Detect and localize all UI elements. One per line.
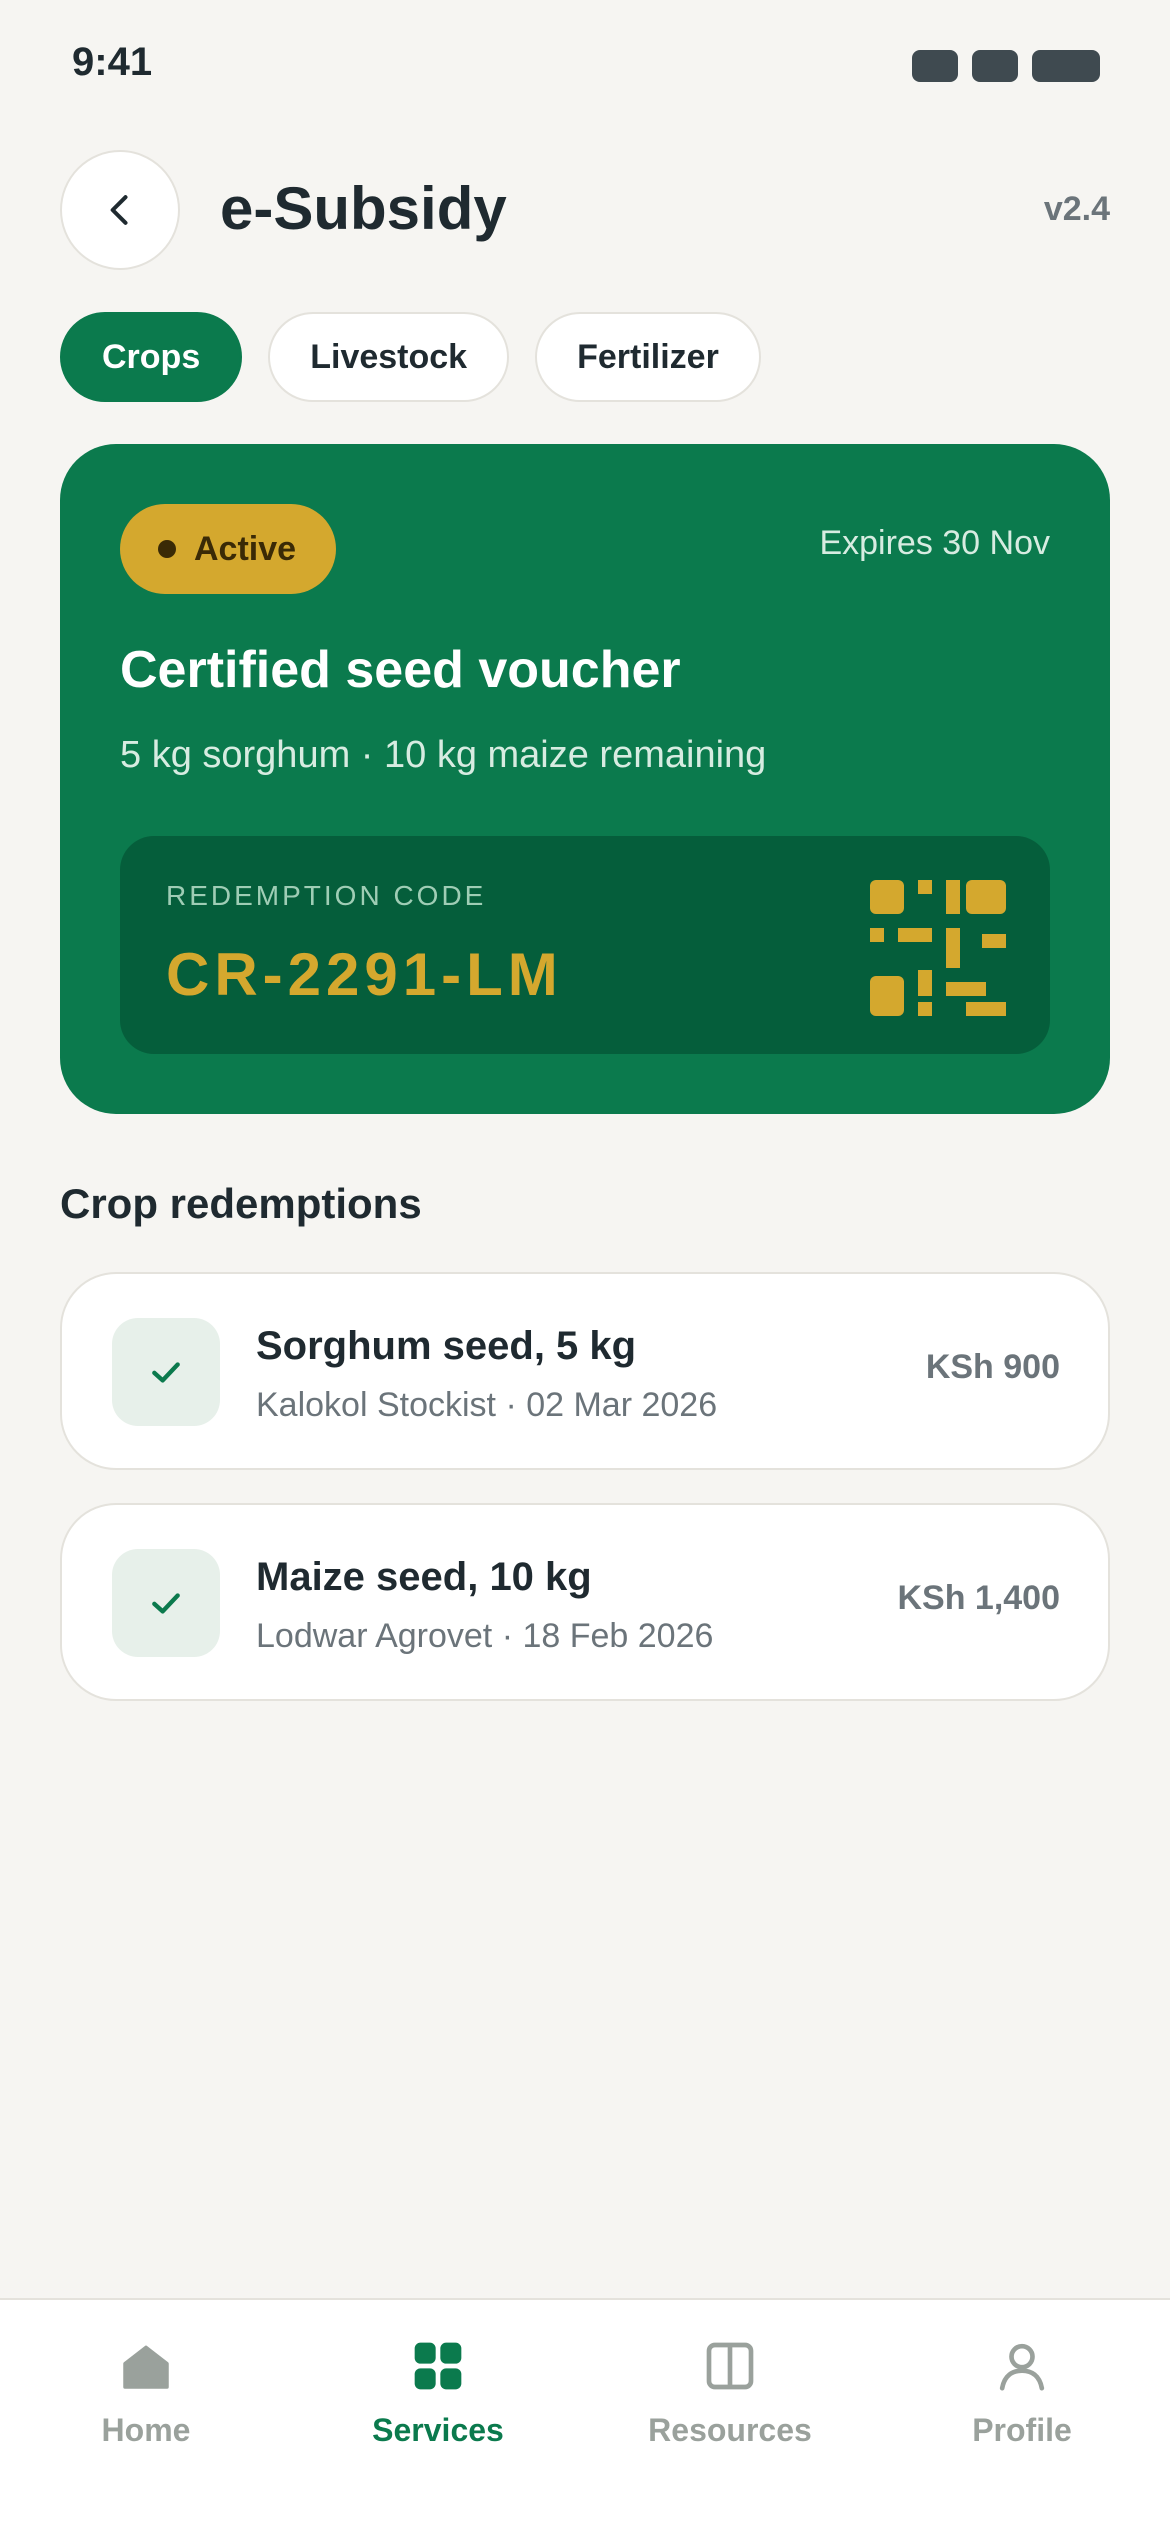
nav-item-services[interactable]: Services bbox=[292, 2338, 584, 2468]
status-badge-label: Active bbox=[194, 529, 297, 568]
check-icon-container bbox=[112, 1549, 220, 1657]
expiry-date: Expires 30 Nov bbox=[819, 524, 1050, 562]
tab-fertilizer[interactable]: Fertilizer bbox=[535, 312, 761, 402]
check-icon-container bbox=[112, 1318, 220, 1426]
nav-label-profile: Profile bbox=[972, 2412, 1072, 2448]
signal-icon bbox=[912, 50, 958, 82]
voucher-card[interactable]: Active Expires 30 Nov Certified seed vou… bbox=[60, 444, 1110, 1114]
voucher-title: Certified seed voucher bbox=[120, 641, 681, 699]
grid-icon bbox=[414, 2342, 462, 2390]
item-amount: KSh 1,400 bbox=[897, 1579, 1060, 1617]
check-icon bbox=[152, 1362, 180, 1383]
nav-item-profile[interactable]: Profile bbox=[876, 2338, 1168, 2468]
book-icon bbox=[706, 2342, 754, 2390]
chevron-left-icon bbox=[110, 195, 128, 225]
nav-label-resources: Resources bbox=[648, 2412, 812, 2448]
wifi-icon bbox=[972, 50, 1018, 82]
back-button[interactable] bbox=[60, 150, 180, 270]
redemption-code-label: REDEMPTION CODE bbox=[166, 880, 487, 911]
status-badge: Active bbox=[120, 504, 337, 594]
redemption-code: CR-2291-LM bbox=[166, 941, 563, 1008]
list-item[interactable]: Sorghum seed, 5 kg Kalokol Stockist · 02… bbox=[60, 1272, 1110, 1470]
nav-label-services: Services bbox=[372, 2412, 504, 2448]
item-subtitle: Lodwar Agrovet · 18 Feb 2026 bbox=[256, 1617, 714, 1655]
bottom-nav: Home Services Resources Profile bbox=[0, 2298, 1170, 2532]
check-icon bbox=[152, 1593, 180, 1614]
list-item[interactable]: Maize seed, 10 kg Lodwar Agrovet · 18 Fe… bbox=[60, 1503, 1110, 1701]
item-title: Sorghum seed, 5 kg bbox=[256, 1324, 637, 1368]
voucher-remaining: 5 kg sorghum · 10 kg maize remaining bbox=[120, 734, 767, 776]
user-icon bbox=[999, 2343, 1045, 2391]
nav-item-home[interactable]: Home bbox=[0, 2338, 292, 2468]
version-label: v2.4 bbox=[1043, 190, 1110, 228]
redemption-code-box[interactable]: REDEMPTION CODE CR-2291-LM bbox=[120, 836, 1050, 1054]
nav-item-resources[interactable]: Resources bbox=[584, 2338, 876, 2468]
qr-code-icon[interactable] bbox=[870, 880, 1006, 1016]
item-subtitle: Kalokol Stockist · 02 Mar 2026 bbox=[256, 1386, 718, 1424]
status-time: 9:41 bbox=[72, 40, 153, 84]
header: e-Subsidy v2.4 bbox=[60, 150, 1110, 270]
tab-crops[interactable]: Crops bbox=[60, 312, 243, 402]
nav-label-home: Home bbox=[101, 2412, 191, 2448]
page-title: e-Subsidy bbox=[220, 175, 507, 242]
tab-livestock[interactable]: Livestock bbox=[268, 312, 510, 402]
status-dot-icon bbox=[158, 540, 176, 558]
status-icons bbox=[912, 50, 1100, 82]
category-tabs: Crops Livestock Fertilizer bbox=[60, 312, 761, 402]
item-amount: KSh 900 bbox=[925, 1348, 1060, 1386]
status-bar: 9:41 bbox=[0, 0, 1170, 130]
item-title: Maize seed, 10 kg bbox=[256, 1555, 592, 1599]
section-title: Crop redemptions bbox=[60, 1180, 422, 1227]
home-icon bbox=[123, 2345, 169, 2389]
battery-icon bbox=[1032, 50, 1100, 82]
